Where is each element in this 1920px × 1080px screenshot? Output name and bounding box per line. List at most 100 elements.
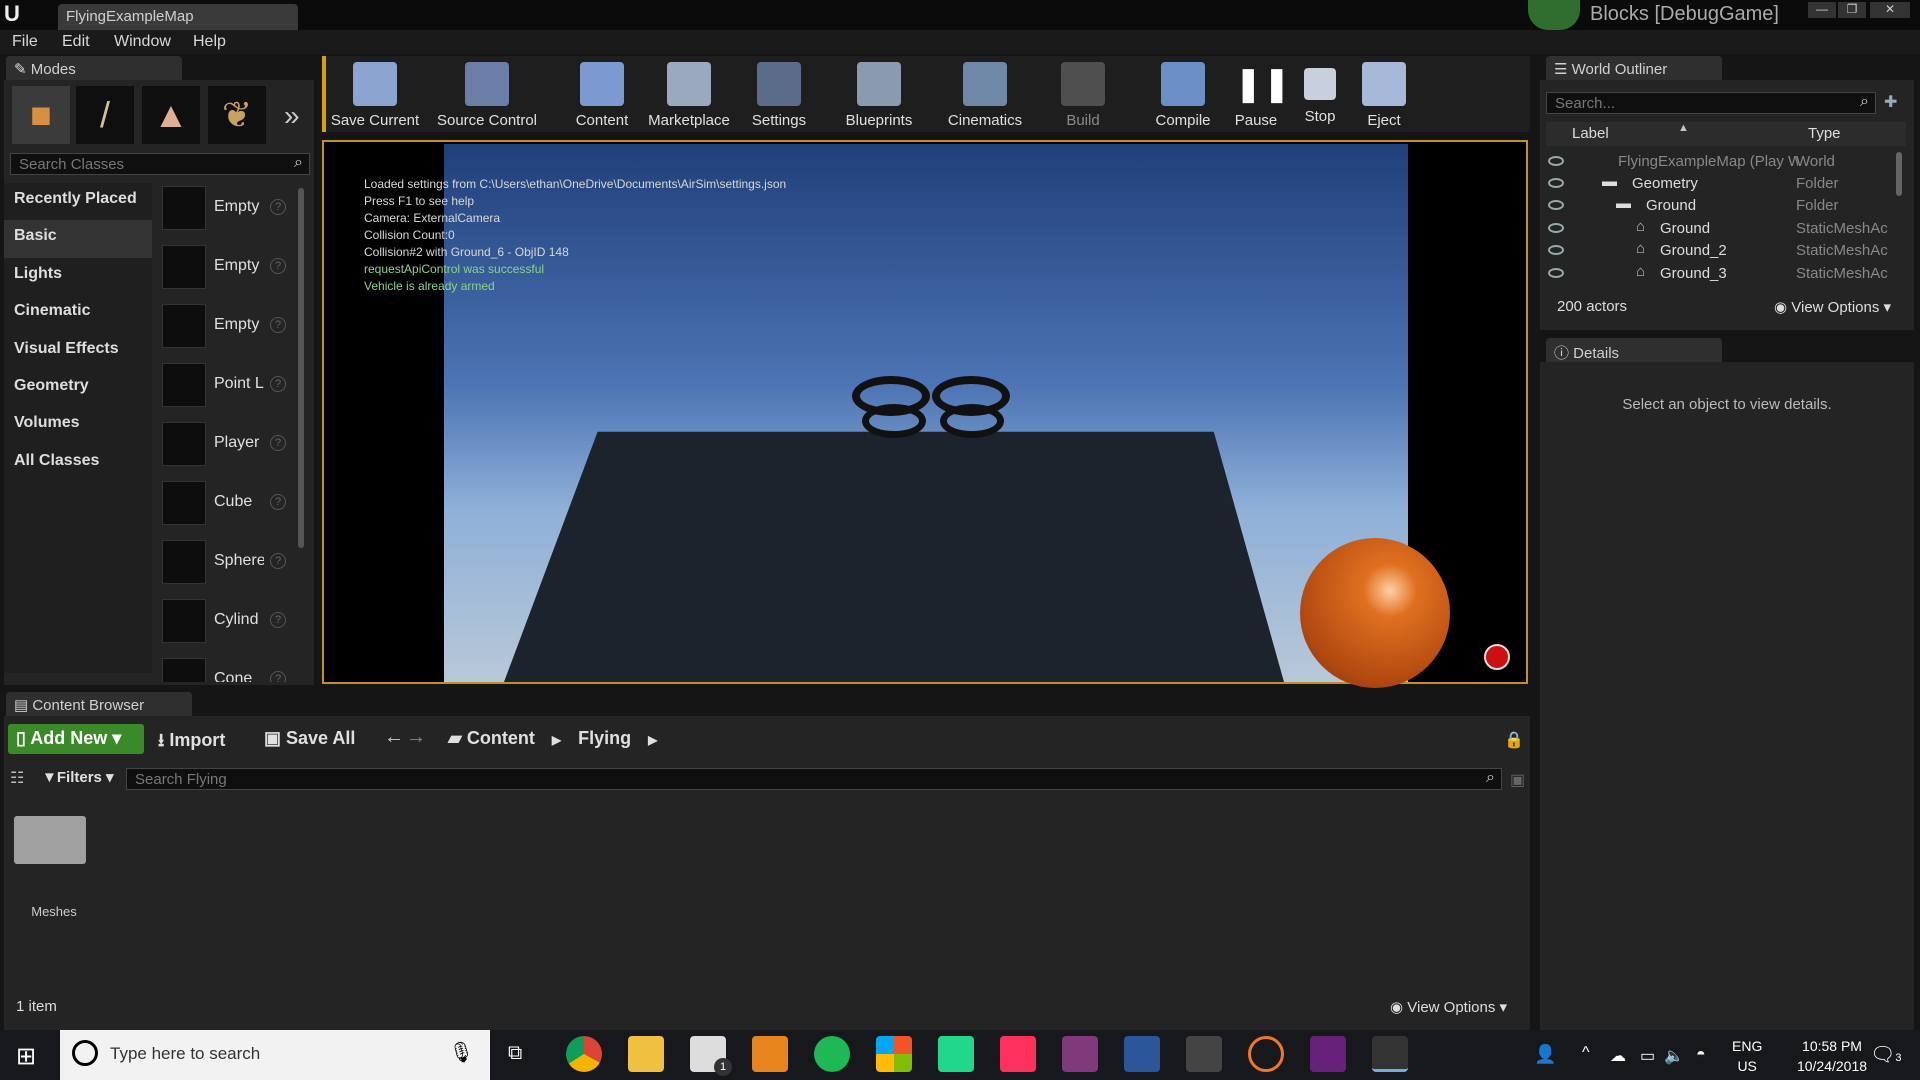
import-button[interactable]: ⭳ Import xyxy=(158,728,225,758)
blueprints-button[interactable]: Blueprints xyxy=(834,58,924,130)
taskbar-search-input[interactable]: Type here to search 🎙 xyxy=(60,1030,490,1080)
category-lights[interactable]: Lights xyxy=(14,265,62,283)
asset-point-light[interactable]: Point L? xyxy=(160,359,290,413)
minimize-button[interactable]: — xyxy=(1808,2,1836,18)
people-icon[interactable]: 👤 xyxy=(1534,1044,1556,1065)
asset-cube[interactable]: Cube? xyxy=(160,477,290,531)
unreal-logo-icon[interactable]: U xyxy=(4,3,28,27)
back-arrow-icon[interactable]: ← xyxy=(384,726,404,749)
help-icon[interactable]: ? xyxy=(270,376,286,392)
outliner-row[interactable]: ⌂ Ground_2 StaticMeshAc xyxy=(1548,240,1908,262)
viewport[interactable]: Loaded settings from C:\Users\ethan\OneD… xyxy=(322,140,1528,688)
save-search-icon[interactable]: ▣ xyxy=(1510,770,1525,790)
tray-chevron-icon[interactable]: ^ xyxy=(1582,1044,1590,1062)
word-icon[interactable] xyxy=(1124,1036,1160,1072)
add-filter-icon[interactable]: ✚ xyxy=(1884,92,1897,112)
asset-list-scrollbar[interactable] xyxy=(298,188,304,548)
cinematics-button[interactable]: Cinematics xyxy=(940,58,1030,130)
store-icon[interactable] xyxy=(876,1036,912,1072)
asset-search-input[interactable]: Search Flying ⌕ xyxy=(126,768,1502,790)
mode-paint-icon[interactable]: / xyxy=(76,86,134,144)
maximize-button[interactable]: ❐ xyxy=(1838,2,1866,18)
eye-icon[interactable] xyxy=(1548,245,1564,255)
chrome-icon[interactable] xyxy=(566,1036,602,1072)
asset-empty-pawn[interactable]: Empty? xyxy=(160,300,290,354)
eye-icon[interactable] xyxy=(1548,178,1564,188)
eye-icon[interactable] xyxy=(1548,268,1564,278)
folder-meshes[interactable]: Meshes xyxy=(14,810,94,919)
file-explorer-icon[interactable] xyxy=(628,1036,664,1072)
sources-toggle-icon[interactable]: ☷ xyxy=(10,768,24,788)
mail-icon[interactable]: 1 xyxy=(690,1036,732,1076)
category-cinematic[interactable]: Cinematic xyxy=(14,302,90,320)
filters-button[interactable]: ▼Filters ▾ xyxy=(42,768,114,786)
language-indicator[interactable]: ENG US xyxy=(1732,1036,1762,1076)
outliner-search-input[interactable]: Search... ⌕ xyxy=(1546,92,1876,114)
help-icon[interactable]: ? xyxy=(270,553,286,569)
mode-foliage-icon[interactable]: ❦ xyxy=(208,86,266,144)
help-icon[interactable]: ? xyxy=(270,258,286,274)
build-button[interactable]: Build xyxy=(1058,58,1108,130)
network-icon[interactable]: ▭ xyxy=(1640,1046,1655,1066)
marketplace-button[interactable]: Marketplace xyxy=(642,58,736,130)
help-icon[interactable]: ? xyxy=(270,494,286,510)
compile-button[interactable]: Compile xyxy=(1148,58,1218,130)
asset-empty-actor[interactable]: Empty? xyxy=(160,182,290,236)
unreal-editor-icon[interactable] xyxy=(1372,1036,1408,1072)
category-geometry[interactable]: Geometry xyxy=(14,377,89,395)
notifications-icon[interactable]: 🗨3 xyxy=(1870,1042,1902,1067)
onedrive-icon[interactable]: ☁ xyxy=(1610,1046,1626,1066)
mode-more-icon[interactable]: » xyxy=(284,100,300,132)
help-icon[interactable]: ? xyxy=(270,199,286,215)
help-icon[interactable]: ? xyxy=(270,671,286,682)
eye-icon[interactable] xyxy=(1548,200,1564,210)
eye-icon[interactable] xyxy=(1548,223,1564,233)
outliner-row[interactable]: ▬ Geometry Folder xyxy=(1548,173,1908,195)
volume-icon[interactable]: 🔈 xyxy=(1664,1046,1684,1066)
menu-help[interactable]: Help xyxy=(193,33,226,51)
mode-landscape-icon[interactable]: ▲ xyxy=(142,86,200,144)
category-recently-placed[interactable]: Recently Placed xyxy=(14,190,137,208)
eject-button[interactable]: Eject xyxy=(1356,58,1412,130)
stop-button[interactable]: Stop xyxy=(1292,58,1348,130)
outliner-view-options[interactable]: ◉ View Options ▾ xyxy=(1774,298,1891,316)
category-volumes[interactable]: Volumes xyxy=(14,414,80,432)
onenote-icon[interactable] xyxy=(1062,1036,1098,1072)
windows-start-icon[interactable]: ⊞ xyxy=(16,1042,36,1071)
menu-edit[interactable]: Edit xyxy=(62,33,90,51)
asset-player-start[interactable]: Player? xyxy=(160,418,290,472)
clock[interactable]: 10:58 PM 10/24/2018 xyxy=(1782,1036,1882,1076)
task-view-icon[interactable]: ⧉ xyxy=(508,1042,522,1065)
help-icon[interactable]: ? xyxy=(270,317,286,333)
outliner-row[interactable]: ▬ Ground Folder xyxy=(1548,195,1908,217)
world-outliner-tab[interactable]: ☰ World Outliner xyxy=(1546,56,1722,80)
asset-sphere[interactable]: Sphere? xyxy=(160,536,290,590)
sublime-icon[interactable] xyxy=(752,1036,788,1072)
outliner-row[interactable]: ⌂ Ground StaticMeshAc xyxy=(1548,218,1908,240)
spotify-icon[interactable] xyxy=(814,1036,850,1072)
category-basic[interactable]: Basic xyxy=(14,227,57,245)
category-all-classes[interactable]: All Classes xyxy=(14,452,99,470)
menu-file[interactable]: File xyxy=(12,33,38,51)
discord-icon[interactable]: ◓ xyxy=(1696,1046,1706,1064)
menu-window[interactable]: Window xyxy=(114,33,171,51)
settings-button[interactable]: Settings xyxy=(746,58,812,130)
column-type[interactable]: Type xyxy=(1808,125,1841,142)
help-icon[interactable]: ? xyxy=(270,435,286,451)
save-all-button[interactable]: ▣ Save All xyxy=(264,728,355,749)
microphone-icon[interactable]: 🎙 xyxy=(449,1040,474,1065)
column-label[interactable]: Label xyxy=(1572,125,1609,142)
asset-cone[interactable]: Cone? xyxy=(160,654,290,682)
class-search-input[interactable]: Search Classes ⌕ xyxy=(10,153,310,175)
asset-cylinder[interactable]: Cylind? xyxy=(160,595,290,649)
asset-empty-character[interactable]: Empty? xyxy=(160,241,290,295)
lock-icon[interactable]: 🔒 xyxy=(1504,730,1524,750)
source-control-button[interactable]: Source Control xyxy=(432,58,542,130)
forward-arrow-icon[interactable]: → xyxy=(406,726,426,749)
breadcrumb-flying[interactable]: Flying xyxy=(578,728,631,748)
outliner-row[interactable]: FlyingExampleMap (Play WorldWorld xyxy=(1548,151,1908,173)
save-current-button[interactable]: Save Current xyxy=(328,58,422,130)
pycharm-icon[interactable] xyxy=(938,1036,974,1072)
help-icon[interactable]: ? xyxy=(270,612,286,628)
terminal-icon[interactable] xyxy=(1186,1036,1222,1072)
